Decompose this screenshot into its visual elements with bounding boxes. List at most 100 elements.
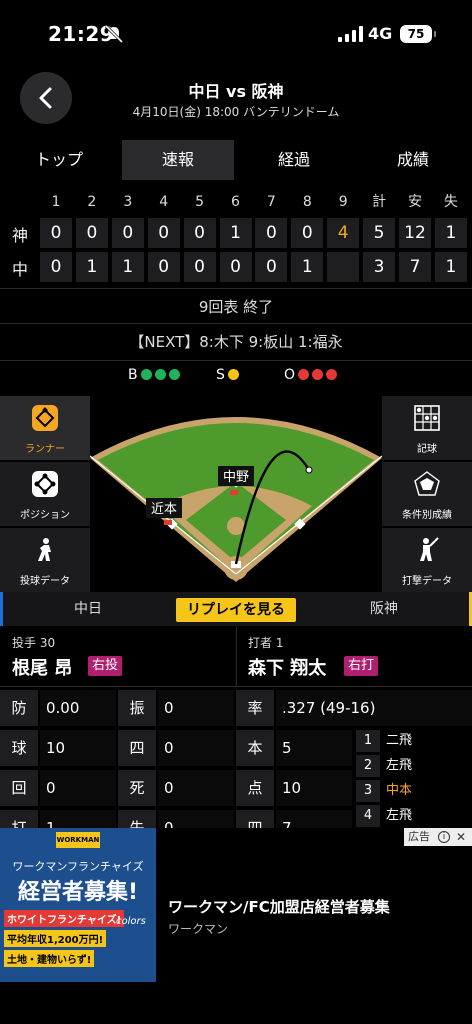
stat-key: 点 [236, 770, 274, 806]
stat-key: 死 [118, 770, 156, 806]
stat-key: 率 [236, 690, 274, 726]
tab-bar: トップ 速報 経過 成績 [0, 140, 472, 180]
radar-chart-icon [414, 471, 440, 496]
at-bat-number: 3 [356, 780, 380, 802]
page-title: 中日 vs 阪神 [188, 82, 284, 101]
stat-row: 振0 [118, 690, 234, 726]
replay-button[interactable]: リプレイを見る [176, 598, 296, 622]
ad-title[interactable]: ワークマン/FC加盟店経営者募集 [168, 896, 390, 917]
inning-header: 9 [338, 194, 348, 210]
ad-banner[interactable]: WORKMAN ワークマンフランチャイズ 経営者募集! ホワイトフランチャイズ!… [0, 828, 472, 1024]
fielder-marker [164, 520, 172, 525]
divider [0, 360, 472, 361]
ad-badge[interactable]: 広告 i ✕ [404, 828, 472, 846]
fielder-marker [230, 490, 238, 495]
stat-row: 防 0.00 [0, 690, 116, 726]
record-button[interactable]: 記球 [382, 396, 472, 460]
out-count: O [284, 367, 338, 387]
ad-image-line4: 平均年収1,200万円! [4, 930, 107, 947]
baseball-field: 中野 近本 [90, 417, 382, 582]
count-dot [312, 369, 324, 380]
vertical-divider [236, 626, 237, 686]
tab-stats[interactable]: 成績 [354, 140, 472, 180]
score-cell: 7 [399, 252, 431, 282]
inning-header: 2 [87, 194, 97, 210]
ad-image-line2: 経営者募集! [17, 880, 139, 905]
tab-live[interactable]: 速報 [122, 140, 234, 180]
score-cell: 1 [219, 218, 252, 248]
bell-muted-icon [104, 25, 124, 43]
at-bat-number: 4 [356, 805, 380, 827]
conditions-button[interactable]: 条件別成績 [382, 462, 472, 526]
team-abbr: 中 [11, 260, 28, 279]
inning-header: 7 [266, 194, 276, 210]
score-cell: 0 [147, 252, 180, 282]
ad-image[interactable]: WORKMAN ワークマンフランチャイズ 経営者募集! ホワイトフランチャイズ!… [0, 828, 156, 982]
count-dot [298, 369, 310, 380]
count-dot [326, 369, 338, 380]
inning-header: 6 [231, 194, 240, 210]
ad-info-icon[interactable]: i [438, 831, 450, 843]
stat-key: 本 [236, 730, 274, 766]
pitcher-hand-badge: 右投 [88, 656, 123, 676]
stat-row: 死0 [118, 770, 234, 806]
pitcher-role: 投手 30 [12, 636, 56, 650]
batter-name[interactable]: 森下 翔太 [248, 654, 326, 680]
score-cell: 12 [399, 218, 431, 248]
at-bat-row: 3 中本 [356, 780, 472, 804]
batting-data-button[interactable]: 打撃データ [382, 528, 472, 592]
at-bat-row: 2 左飛 [356, 755, 472, 779]
score-cell: 1 [75, 252, 108, 282]
network-type: 4G [368, 24, 393, 43]
stat-value: 0 [158, 770, 234, 806]
game-info: 4月10日(金) 18:00 バンテリンドーム [132, 105, 340, 119]
score-cell: 0 [183, 218, 216, 248]
stat-key: 防 [0, 690, 38, 726]
game-status: 9回表 終了 [198, 298, 274, 316]
next-batters: 【NEXT】8:木下 9:板山 1:福永 [129, 333, 343, 351]
runner-diamond-icon [32, 405, 58, 431]
tab-progress[interactable]: 経過 [236, 140, 352, 180]
tab-top[interactable]: トップ [0, 140, 118, 180]
stat-key: 球 [0, 730, 38, 766]
score-cell: 0 [291, 218, 324, 248]
stat-value: 10 [276, 770, 352, 806]
pitch-data-button[interactable]: 投球データ [0, 528, 90, 592]
stat-value: .327 (49-16) [276, 690, 472, 726]
count-dot [140, 369, 152, 380]
divider [0, 323, 472, 324]
score-cell: 1 [434, 218, 467, 248]
ad-close-icon[interactable]: ✕ [456, 828, 466, 846]
stat-key: 四 [118, 730, 156, 766]
record-label: 記球 [417, 444, 437, 455]
at-bat-result: 左飛 [386, 808, 413, 823]
inning-header: 計 [372, 194, 387, 210]
score-cell: 0 [255, 218, 288, 248]
pitcher-name[interactable]: 根尾 昂 [12, 654, 72, 680]
ad-image-line5: 土地・建物いらず! [4, 950, 95, 967]
score-cell: 0 [219, 252, 252, 282]
inning-header: 失 [443, 194, 458, 210]
team-tab-away[interactable]: 阪神 [296, 592, 472, 626]
runner-label: ランナー [25, 444, 65, 455]
inning-header: 5 [195, 194, 205, 210]
batting-data-label: 打撃データ [402, 576, 452, 587]
at-bat-result: 左飛 [386, 758, 413, 773]
score-cell: 4 [327, 218, 360, 248]
team-tab-home[interactable]: 中日 [0, 592, 176, 626]
count-dot [154, 369, 166, 380]
at-bat-number: 2 [356, 755, 380, 777]
score-cell [327, 252, 360, 282]
divider [0, 288, 472, 289]
position-icon [32, 471, 58, 497]
score-cell: 3 [363, 252, 396, 282]
divider [236, 686, 472, 687]
out-label: O [284, 367, 296, 383]
fielder-left-label: 近本 [151, 502, 177, 517]
position-button[interactable]: ポジション [0, 462, 90, 526]
stat-row: 点 10 [236, 770, 352, 806]
at-bat-row: 4 左飛 [356, 805, 472, 829]
divider [0, 686, 236, 687]
runner-button[interactable]: ランナー [0, 396, 90, 460]
at-bat-row: 1 二飛 [356, 730, 472, 754]
